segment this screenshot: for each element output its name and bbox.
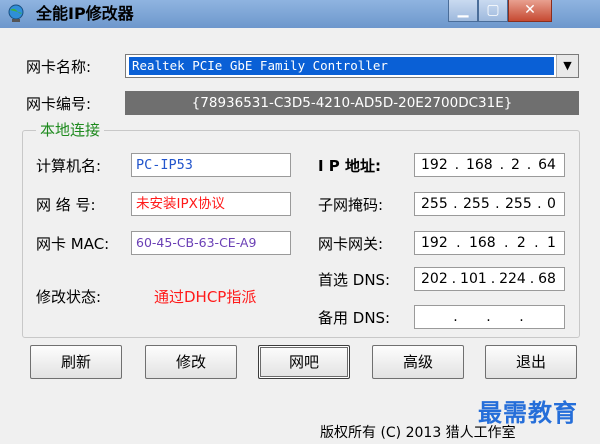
ip-address-field[interactable]: 192. 168. 2. 64: [414, 153, 565, 177]
close-button[interactable]: ✕: [508, 0, 552, 22]
subnet-mask-label: 子网掩码:: [318, 196, 384, 214]
subnet-octet-2: 255: [463, 196, 490, 212]
gateway-octet-3: 2: [516, 235, 526, 251]
secondary-dns-label: 备用 DNS:: [318, 309, 391, 327]
subnet-octet-3: 255: [505, 196, 532, 212]
dns1-octet-4: 68: [538, 271, 556, 287]
card-name-label: 网卡名称:: [26, 58, 92, 76]
chevron-down-icon[interactable]: ▼: [556, 55, 578, 77]
gateway-field[interactable]: 192. 168. 2. 1: [414, 231, 565, 255]
internet-cafe-button[interactable]: 网吧: [258, 345, 350, 379]
minimize-icon: ▁: [457, 2, 469, 18]
minimize-button[interactable]: ▁: [448, 0, 478, 22]
ip-octet-3: 2: [510, 157, 520, 173]
maximize-button[interactable]: ▢: [478, 0, 508, 22]
secondary-dns-field[interactable]: . . .: [414, 305, 565, 329]
ip-octet-2: 168: [465, 157, 493, 173]
advanced-button[interactable]: 高级: [372, 345, 464, 379]
network-number-label: 网 络 号:: [36, 196, 96, 214]
local-connection-title: 本地连接: [36, 122, 105, 138]
network-number-field[interactable]: 未安装IPX协议: [131, 192, 291, 216]
maximize-icon: ▢: [486, 2, 500, 18]
window-title: 全能IP修改器: [36, 4, 134, 23]
card-id-value: {78936531-C3D5-4210-AD5D-20E2700DC31E}: [125, 91, 579, 115]
ip-octet-1: 192: [421, 157, 448, 173]
dns1-octet-2: 101: [460, 271, 487, 287]
dns1-octet-1: 202: [421, 271, 448, 287]
mac-label: 网卡 MAC:: [36, 235, 110, 253]
primary-dns-label: 首选 DNS:: [318, 271, 391, 289]
status-label: 修改状态:: [36, 288, 102, 306]
subnet-octet-4: 0: [547, 196, 556, 212]
watermark-logo: 最需教育: [478, 399, 578, 427]
ip-octet-4: 64: [538, 157, 556, 173]
status-value: 通过DHCP指派: [154, 288, 257, 306]
gateway-octet-2: 168: [468, 235, 496, 251]
subnet-octet-1: 255: [421, 196, 448, 212]
primary-dns-field[interactable]: 202. 101. 224. 68: [414, 267, 565, 291]
refresh-button[interactable]: 刷新: [30, 345, 122, 379]
card-name-value: Realtek PCIe GbE Family Controller: [129, 57, 554, 75]
gateway-label: 网卡网关:: [318, 235, 384, 253]
mac-field[interactable]: 60-45-CB-63-CE-A9: [131, 231, 291, 255]
computer-name-label: 计算机名:: [36, 157, 102, 175]
dns1-octet-3: 224: [499, 271, 526, 287]
gateway-octet-4: 1: [547, 235, 556, 251]
gateway-octet-1: 192: [421, 235, 448, 251]
card-id-label: 网卡编号:: [26, 95, 92, 113]
close-icon: ✕: [524, 2, 536, 18]
exit-button[interactable]: 退出: [485, 345, 577, 379]
modify-button[interactable]: 修改: [145, 345, 237, 379]
computer-name-field[interactable]: PC-IP53: [131, 153, 291, 177]
subnet-mask-field[interactable]: 255. 255. 255. 0: [414, 192, 565, 216]
app-globe-icon: [8, 4, 24, 22]
card-name-select[interactable]: Realtek PCIe GbE Family Controller ▼: [125, 54, 579, 78]
ip-address-label: I P 地址:: [318, 157, 382, 175]
